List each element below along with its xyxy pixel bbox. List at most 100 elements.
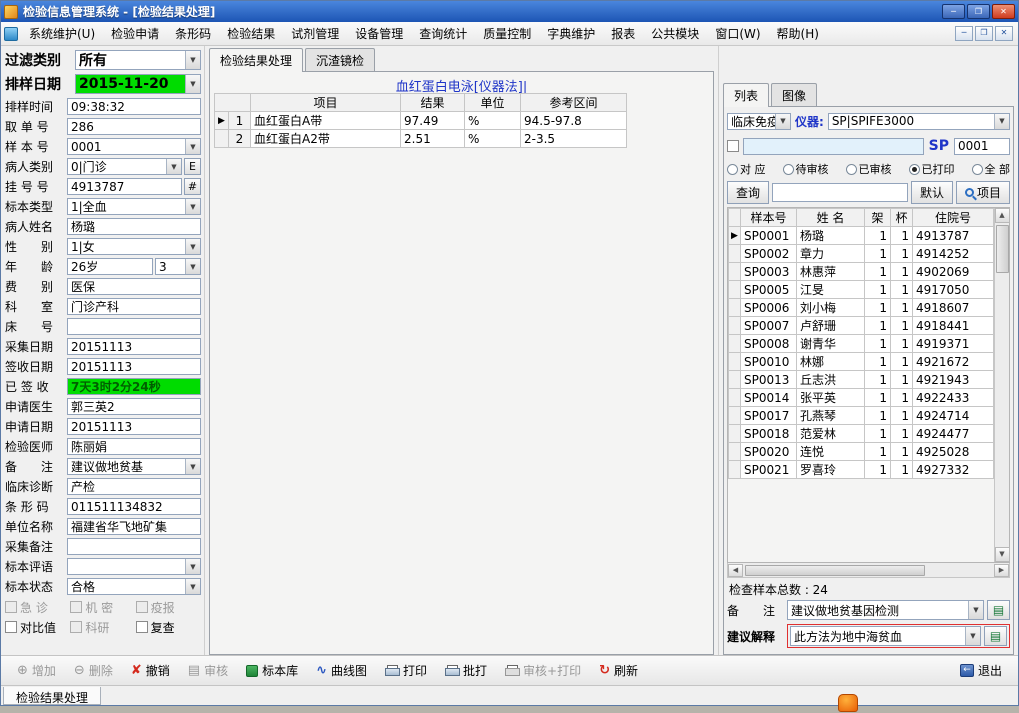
- field-combo[interactable]: 0001 ▼: [67, 138, 201, 155]
- scroll-thumb[interactable]: [995, 225, 1009, 273]
- checkbox-item[interactable]: 复查: [135, 619, 201, 636]
- field-input[interactable]: 医保: [67, 278, 201, 295]
- default-button[interactable]: 默认: [910, 181, 953, 204]
- field-combo[interactable]: 1|全血 ▼: [67, 198, 201, 215]
- sample-row[interactable]: ▶ SP0001 杨璐 1 1 4913787: [728, 226, 994, 245]
- minimize-button[interactable]: ─: [942, 4, 965, 19]
- sample-row[interactable]: SP0014 张平英 1 1 4922433: [728, 388, 994, 407]
- close-button[interactable]: ✕: [992, 4, 1015, 19]
- scroll-up-icon[interactable]: ▲: [994, 208, 1010, 223]
- field-combo[interactable]: ▼: [67, 558, 201, 575]
- menu-item[interactable]: 窗口(W): [707, 21, 768, 46]
- status-radio[interactable]: 全 部: [971, 161, 1010, 177]
- field-extra-button[interactable]: #: [184, 178, 201, 195]
- sample-row[interactable]: SP0007 卢舒珊 1 1 4918441: [728, 316, 994, 335]
- advice-combo[interactable]: 此方法为地中海贫血 ▼: [790, 626, 981, 646]
- menu-item[interactable]: 系统维护(U): [21, 21, 103, 46]
- scroll-down-icon[interactable]: ▼: [994, 547, 1010, 562]
- sample-row[interactable]: SP0021 罗喜玲 1 1 4927332: [728, 460, 994, 479]
- age-unit-combo[interactable]: 3 ▼: [155, 258, 201, 275]
- refresh-button[interactable]: ↻ 刷新: [591, 658, 646, 683]
- status-tab-result-processing[interactable]: 检验结果处理: [3, 687, 102, 705]
- scroll-right-icon[interactable]: ▶: [994, 563, 1009, 577]
- menu-item[interactable]: 质量控制: [475, 21, 539, 46]
- field-combo[interactable]: 建议做地贫基 ▼: [67, 458, 201, 475]
- mdi-close-button[interactable]: ✕: [995, 26, 1013, 41]
- field-input[interactable]: 7天3时2分24秒: [67, 378, 201, 395]
- sp-filter-input[interactable]: [743, 137, 924, 155]
- query-input[interactable]: [772, 183, 908, 202]
- chevron-down-icon[interactable]: ▼: [968, 601, 983, 619]
- scroll-thumb[interactable]: [745, 564, 925, 576]
- field-input[interactable]: 杨璐: [67, 218, 201, 235]
- sample-row[interactable]: SP0008 谢青华 1 1 4919371: [728, 334, 994, 353]
- checkbox-item[interactable]: 急 诊: [5, 599, 70, 616]
- chevron-down-icon[interactable]: ▼: [775, 113, 790, 129]
- menu-item[interactable]: 试剂管理: [283, 21, 347, 46]
- chevron-down-icon[interactable]: ▼: [185, 579, 200, 594]
- field-input[interactable]: 门诊产科: [67, 298, 201, 315]
- sample-row[interactable]: SP0003 林惠萍 1 1 4902069: [728, 262, 994, 281]
- sample-row[interactable]: SP0018 范爱林 1 1 4924477: [728, 424, 994, 443]
- instrument-combo[interactable]: SP|SPIFE3000 ▼: [827, 112, 1010, 130]
- document-icon[interactable]: [4, 26, 18, 41]
- menu-item[interactable]: 检验申请: [103, 21, 167, 46]
- sample-row[interactable]: SP0006 刘小梅 1 1 4918607: [728, 298, 994, 317]
- audit-print-button[interactable]: 审核+打印: [497, 658, 589, 683]
- sample-row[interactable]: SP0013 丘志洪 1 1 4921943: [728, 370, 994, 389]
- menu-item[interactable]: 字典维护: [539, 21, 603, 46]
- mdi-minimize-button[interactable]: ─: [955, 26, 973, 41]
- restore-button[interactable]: ❐: [967, 4, 990, 19]
- remark-edit-button[interactable]: ▤: [987, 600, 1010, 620]
- sample-row[interactable]: SP0020 连悦 1 1 4925028: [728, 442, 994, 461]
- tab-image[interactable]: 图像: [771, 83, 818, 106]
- field-input[interactable]: 陈丽娟: [67, 438, 201, 455]
- filter-type-combo[interactable]: 所有 ▼: [75, 50, 201, 70]
- menu-item[interactable]: 设备管理: [347, 21, 411, 46]
- chevron-down-icon[interactable]: ▼: [965, 627, 980, 645]
- horizontal-scrollbar[interactable]: ◀ ▶: [727, 563, 1010, 578]
- project-button[interactable]: 项目: [955, 181, 1010, 204]
- audit-button[interactable]: ▤ 审核: [180, 658, 236, 683]
- advice-edit-button[interactable]: ▤: [984, 626, 1007, 646]
- chevron-down-icon[interactable]: ▼: [994, 113, 1009, 129]
- menu-item[interactable]: 公共模块: [643, 21, 707, 46]
- checkbox-item[interactable]: 科研: [70, 619, 135, 636]
- field-input[interactable]: 20151113: [67, 338, 201, 355]
- field-input[interactable]: 20151113: [67, 358, 201, 375]
- chevron-down-icon[interactable]: ▼: [185, 559, 200, 574]
- field-input[interactable]: 26岁: [67, 258, 153, 275]
- field-input[interactable]: 09:38:32: [67, 98, 201, 115]
- titlebar[interactable]: 检验信息管理系统 - [检验结果处理] ─ ❐ ✕: [1, 1, 1018, 22]
- delete-button[interactable]: ⊖ 删除: [66, 658, 121, 683]
- add-button[interactable]: ⊕ 增加: [9, 658, 64, 683]
- field-input[interactable]: 产检: [67, 478, 201, 495]
- menu-item[interactable]: 报表: [603, 21, 643, 46]
- field-input[interactable]: 011511134832: [67, 498, 201, 515]
- batch-print-button[interactable]: 批打: [437, 658, 495, 683]
- sample-no-input[interactable]: 0001: [954, 137, 1010, 155]
- taskbar-orange-icon[interactable]: [838, 694, 858, 712]
- mdi-restore-button[interactable]: ❐: [975, 26, 993, 41]
- field-input[interactable]: 郭三英2: [67, 398, 201, 415]
- sample-row[interactable]: SP0005 江旻 1 1 4917050: [728, 280, 994, 299]
- sample-row[interactable]: SP0010 林娜 1 1 4921672: [728, 352, 994, 371]
- menu-item[interactable]: 查询统计: [411, 21, 475, 46]
- menu-item[interactable]: 帮助(H): [769, 21, 827, 46]
- sp-filter-checkbox[interactable]: [727, 140, 739, 152]
- field-input[interactable]: 286: [67, 118, 201, 135]
- status-radio[interactable]: 已打印: [908, 161, 955, 177]
- checkbox-item[interactable]: 机 密: [70, 599, 135, 616]
- chevron-down-icon[interactable]: ▼: [185, 239, 200, 254]
- chevron-down-icon[interactable]: ▼: [185, 139, 200, 154]
- sample-row[interactable]: SP0017 孔燕琴 1 1 4924714: [728, 406, 994, 425]
- status-radio[interactable]: 已审核: [845, 161, 892, 177]
- field-combo[interactable]: 合格 ▼: [67, 578, 201, 595]
- tab-result-processing[interactable]: 检验结果处理: [209, 48, 304, 72]
- undo-button[interactable]: ✘ 撤销: [123, 658, 178, 683]
- field-input[interactable]: 20151113: [67, 418, 201, 435]
- checkbox-item[interactable]: 对比值: [5, 619, 70, 636]
- result-row[interactable]: 2 血红蛋白A2带 2.51% 2-3.5: [214, 129, 627, 148]
- specimen-library-button[interactable]: 标本库: [238, 658, 306, 683]
- chevron-down-icon[interactable]: ▼: [185, 259, 200, 274]
